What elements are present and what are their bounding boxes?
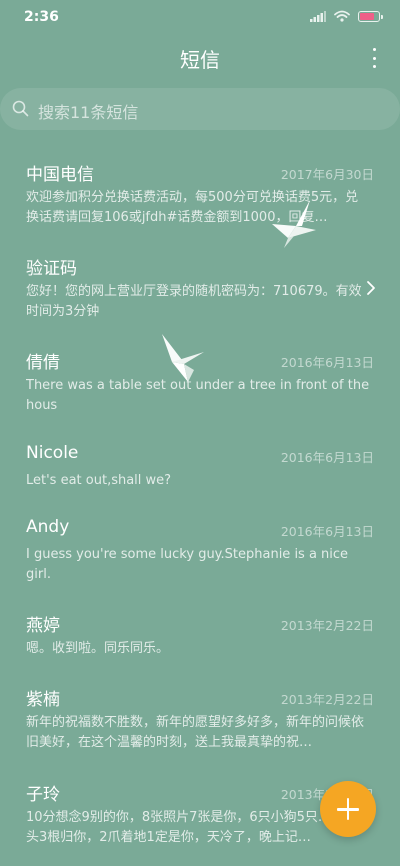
status-time: 2:36 <box>24 9 59 25</box>
message-item-nicole[interactable]: Nicole 2016年6月13日 Let's eat out,shall we… <box>0 431 400 503</box>
more-vertical-icon-dot-2 <box>372 56 376 60</box>
message-sender: 验证码 <box>26 259 77 279</box>
message-item-zinan[interactable]: 紫楠 2013年2月22日 新年的祝福数不胜数，新年的愿望好多好多，新年的问候依… <box>0 673 400 765</box>
message-preview: 嗯。收到啦。同乐同乐。 <box>26 641 170 656</box>
message-item-verification-code[interactable]: 验证码 您好！您的网上营业厅登录的随机密码为：710679。有效时间为3分钟 <box>0 242 400 334</box>
search-icon <box>12 100 29 117</box>
message-sender: 中国电信 <box>26 165 94 185</box>
app-header: 短信 <box>0 36 400 80</box>
message-sender: 燕婷 <box>26 616 60 636</box>
search-placeholder: 搜索11条短信 <box>38 103 139 122</box>
message-sender: 紫楠 <box>26 690 60 710</box>
wifi-icon <box>334 10 350 22</box>
message-date: 2017年6月30日 <box>280 167 374 182</box>
message-date: 2016年6月13日 <box>280 524 374 539</box>
message-item-yanting[interactable]: 燕婷 2013年2月22日 嗯。收到啦。同乐同乐。 <box>0 599 400 671</box>
message-sender: 子玲 <box>26 785 60 805</box>
message-date: 2016年6月13日 <box>280 450 374 465</box>
signal-icon <box>310 10 326 22</box>
message-sender: Nicole <box>26 443 79 463</box>
message-preview: There was a table set out under a tree i… <box>26 378 370 413</box>
plus-icon-vertical <box>346 798 350 820</box>
status-icons <box>310 10 383 22</box>
page-title: 短信 <box>180 48 220 72</box>
status-bar: 2:36 <box>0 0 400 36</box>
message-preview: 10分想念9别的你，8张照片7张是你，6只小狗5只…4根骨头3根归你，2爪着地1… <box>26 810 366 845</box>
message-sender: Andy <box>26 517 70 537</box>
more-vertical-icon-dot-3 <box>372 65 376 68</box>
search-input[interactable]: 搜索11条短信 <box>0 88 400 130</box>
message-preview: Let's eat out,shall we? <box>26 473 172 488</box>
message-preview: 新年的祝福数不胜数，新年的愿望好多好多，新年的问候依旧美好，在这个温馨的时刻，送… <box>26 715 365 750</box>
message-preview: 您好！您的网上营业厅登录的随机密码为：710679。有效时间为3分钟 <box>26 284 362 319</box>
battery-level <box>360 12 374 20</box>
message-date: 2013年2月22日 <box>280 618 374 633</box>
new-message-button[interactable] <box>320 781 376 837</box>
message-preview: 欢迎参加积分兑换话费活动，每500分可兑换话费5元，兑换话费请回复106或jfd… <box>26 190 359 225</box>
chevron-right-icon[interactable] <box>366 280 376 296</box>
message-date: 2016年6月13日 <box>280 355 374 370</box>
message-sender: 倩倩 <box>26 353 60 373</box>
message-item-qianqian[interactable]: 倩倩 2016年6月13日 There was a table set out … <box>0 336 400 428</box>
more-options-button[interactable] <box>370 48 378 68</box>
message-item-china-telecom[interactable]: 中国电信 2017年6月30日 欢迎参加积分兑换话费活动，每500分可兑换话费5… <box>0 148 400 240</box>
more-vertical-icon-dot-1 <box>372 48 376 51</box>
message-date: 2013年2月22日 <box>280 692 374 707</box>
message-preview: I guess you're some lucky guy.Stephanie … <box>26 547 349 582</box>
battery-icon <box>358 10 383 22</box>
message-item-andy[interactable]: Andy 2016年6月13日 I guess you're some luck… <box>0 505 400 597</box>
